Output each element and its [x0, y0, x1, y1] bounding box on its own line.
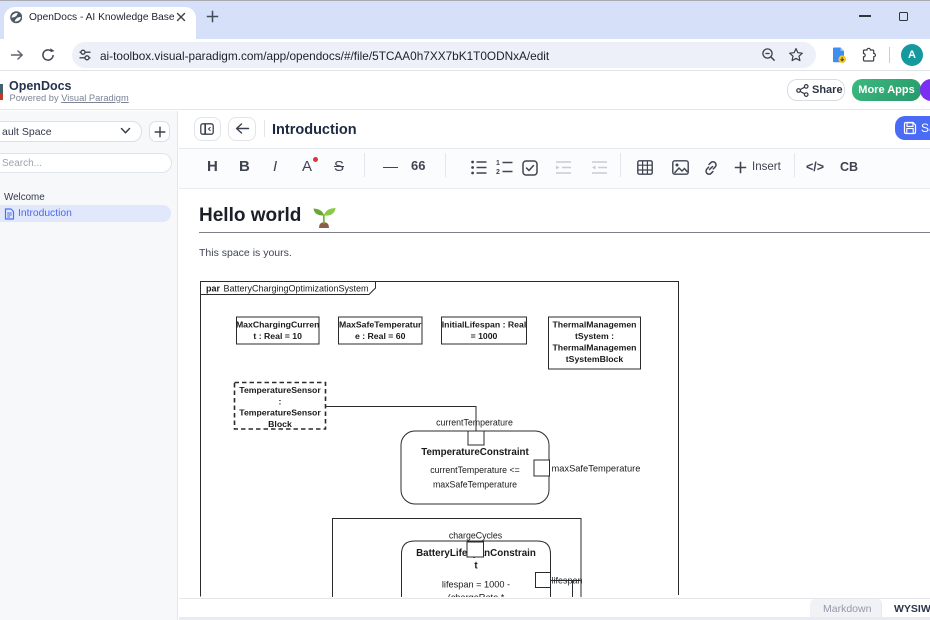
svg-text:par: par [206, 284, 221, 294]
svg-text:tSystemBlock: tSystemBlock [566, 354, 624, 364]
svg-text:TemperatureConstraint: TemperatureConstraint [421, 447, 529, 458]
svg-text:maxSafeTemperature: maxSafeTemperature [433, 480, 517, 490]
svg-text:BatteryChargingOptimizationSys: BatteryChargingOptimizationSystem [224, 284, 369, 294]
svg-text:MaxChargingCurren: MaxChargingCurren [236, 320, 320, 330]
svg-text:ThermalManagemen: ThermalManagemen [552, 320, 636, 330]
svg-text:lifespan = 1000 -: lifespan = 1000 - [442, 580, 510, 590]
svg-text:TemperatureSensor: TemperatureSensor [239, 408, 321, 418]
svg-text:InitialLifespan : Real: InitialLifespan : Real [442, 320, 526, 330]
svg-text:1: 1 [496, 160, 500, 167]
svg-text:chargeCycles: chargeCycles [449, 531, 503, 541]
svg-text:tSystem :: tSystem : [575, 331, 614, 341]
svg-text:MaxSafeTemperatur: MaxSafeTemperatur [339, 320, 422, 330]
svg-text:currentTemperature <=: currentTemperature <= [430, 465, 519, 475]
svg-text::: : [279, 396, 282, 406]
svg-text:ThermalManagemen: ThermalManagemen [552, 343, 636, 353]
svg-text:= 1000: = 1000 [471, 331, 498, 341]
svg-text:Block: Block [268, 419, 292, 429]
svg-text:maxSafeTemperature: maxSafeTemperature [552, 464, 641, 474]
svg-text:t: t [474, 561, 478, 572]
svg-text:currentTemperature: currentTemperature [436, 418, 513, 428]
svg-text:TemperatureSensor: TemperatureSensor [239, 385, 321, 395]
svg-text:(chargeRate *: (chargeRate * [448, 593, 505, 598]
svg-text:e : Real = 60: e : Real = 60 [355, 331, 406, 341]
svg-text:t : Real = 10: t : Real = 10 [253, 331, 302, 341]
svg-text:2: 2 [496, 169, 500, 176]
